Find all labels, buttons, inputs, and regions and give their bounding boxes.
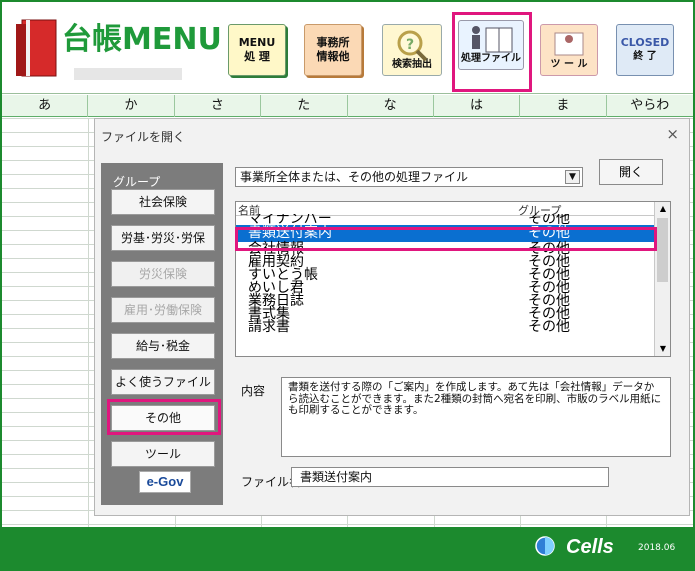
tab-ta[interactable]: た [261, 95, 348, 117]
group-tool-button[interactable]: ツール [111, 441, 215, 467]
office-info-button[interactable]: 事務所 情報他 [304, 24, 362, 76]
tab-ma[interactable]: ま [520, 95, 607, 117]
file-category-value: 事業所全体または、その他の処理ファイル [240, 170, 469, 184]
user-name-bar [74, 68, 182, 80]
search-extract-button[interactable]: ? 検索抽出 [382, 24, 442, 76]
egov-button[interactable]: e-Gov [139, 471, 191, 493]
close-app-button[interactable]: CLOSED 終 了 [616, 24, 674, 76]
list-item[interactable]: 業務日誌 その他 [236, 294, 656, 308]
group-rosai-button: 労災保険 [111, 261, 215, 287]
file-category-select[interactable]: 事業所全体または、その他の処理ファイル ▼ [235, 167, 583, 187]
menu-process-label: MENU 処 理 [238, 36, 276, 63]
scroll-thumb[interactable] [657, 218, 668, 282]
close-icon[interactable]: × [666, 125, 679, 143]
cells-logo-icon [535, 536, 555, 556]
content-label: 内容 [241, 384, 266, 398]
scroll-down-icon[interactable]: ▼ [655, 342, 670, 356]
tab-a[interactable]: あ [2, 95, 89, 117]
list-item[interactable]: マイナンバー その他 [236, 214, 656, 224]
dialog-title: ファイルを開く [101, 130, 186, 144]
magnifier-icon: ? [397, 30, 428, 62]
process-files-highlight [452, 12, 532, 92]
open-button[interactable]: 開く [599, 159, 663, 185]
group-koyo-button: 雇用･労働保険 [111, 297, 215, 323]
close-app-label: 終 了 [633, 51, 657, 62]
list-item[interactable]: 請求書 その他 [236, 320, 656, 334]
tab-yarawa[interactable]: やらわ [607, 95, 693, 117]
selected-row-highlight [235, 227, 657, 251]
app-window: 台帳MENU MENU 処 理 事務所 情報他 ? 検索抽出 処理ファイル ツ … [2, 2, 693, 527]
scroll-up-icon[interactable]: ▲ [655, 202, 670, 216]
group-shakai-hoken-button[interactable]: 社会保険 [111, 189, 215, 215]
footer-bar: Cells 2018.06 [0, 527, 695, 571]
group-kyuyo-button[interactable]: 給与･税金 [111, 333, 215, 359]
tab-ha[interactable]: は [434, 95, 521, 117]
tab-sa[interactable]: さ [175, 95, 262, 117]
menu-process-button[interactable]: MENU 処 理 [228, 24, 286, 76]
tab-ka[interactable]: か [88, 95, 175, 117]
brand-name: Cells [566, 536, 614, 558]
open-file-dialog: ファイルを開く × グループ 社会保険 労基･労災･労保 労災保険 雇用･労働保… [94, 118, 690, 516]
group-favorites-button[interactable]: よく使うファイル [111, 369, 215, 395]
app-title: 台帳MENU [62, 22, 222, 57]
kana-tabs: あ か さ た な は ま やらわ [2, 95, 693, 117]
closed-sign: CLOSED [620, 36, 670, 49]
svg-text:?: ? [406, 37, 414, 53]
file-list-scrollbar[interactable]: ▲ ▼ [654, 202, 670, 356]
group-panel: グループ 社会保険 労基･労災･労保 労災保険 雇用･労働保険 給与･税金 よく… [101, 163, 223, 505]
version-label: 2018.06 [638, 543, 676, 553]
tool-person-icon [554, 32, 584, 56]
content-description: 書類を送付する際の「ご案内」を作成します。あて先は「会社情報」データから読込むこ… [281, 377, 671, 457]
group-label: グループ [113, 175, 161, 189]
ledger-book-icon [16, 19, 57, 77]
group-roki-button[interactable]: 労基･労災･労保 [111, 225, 215, 251]
tool-label: ツ ー ル [550, 59, 588, 70]
tool-button[interactable]: ツ ー ル [540, 24, 598, 76]
filename-field[interactable]: 書類送付案内 [291, 467, 609, 487]
tab-na[interactable]: な [348, 95, 434, 117]
list-item[interactable]: 書式集 その他 [236, 307, 656, 321]
office-info-label: 事務所 情報他 [316, 36, 350, 63]
other-group-highlight [107, 399, 221, 435]
header: 台帳MENU MENU 処 理 事務所 情報他 ? 検索抽出 処理ファイル ツ … [2, 2, 693, 94]
chevron-down-icon[interactable]: ▼ [565, 170, 580, 184]
file-list: 名前 グループ マイナンバー その他 書類送付案内 その他 会社情報 その他 雇用契約… [235, 201, 671, 357]
